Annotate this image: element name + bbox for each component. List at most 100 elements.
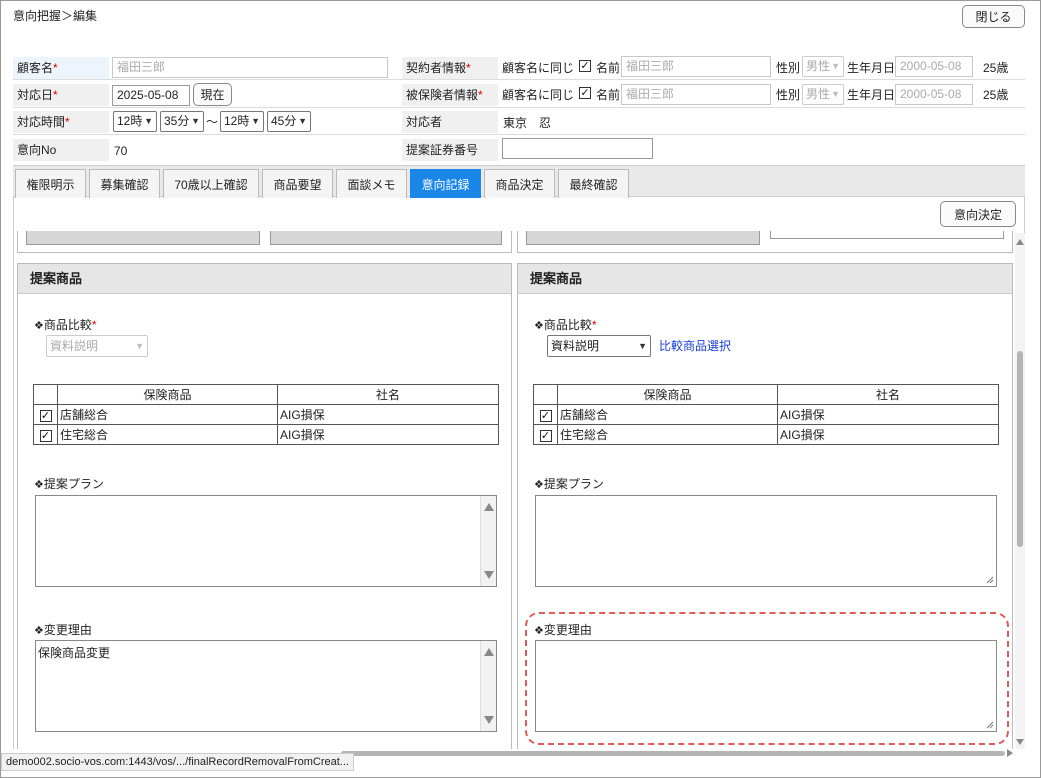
responder-label: 対応者: [402, 111, 498, 133]
previous-section-button[interactable]: [526, 231, 760, 245]
scrollbar-thumb[interactable]: [1017, 351, 1023, 547]
row-divider: [13, 107, 1025, 108]
horizontal-scrollbar[interactable]: [341, 749, 1013, 757]
table-row: ✓ 店舗総合 AIG損保: [533, 404, 999, 425]
left-compare-select[interactable]: 資料説明 ▼: [46, 335, 148, 357]
responder-value: 東京 忍: [503, 116, 552, 130]
table-row: ✓ 住宅総合 AIG損保: [533, 424, 999, 445]
customer-name-input[interactable]: 福田三郎: [112, 57, 388, 78]
proposal-number-input[interactable]: [502, 138, 653, 159]
previous-section-right: [517, 231, 1013, 253]
row-checkbox[interactable]: ✓: [39, 409, 52, 422]
contractor-gender-select[interactable]: 男性 ▼: [802, 56, 844, 77]
scrollbar[interactable]: [480, 641, 496, 731]
scroll-up-icon[interactable]: [484, 503, 494, 511]
company-cell: AIG損保: [277, 424, 499, 445]
contractor-birthdate-input[interactable]: 2000-05-08: [895, 56, 973, 77]
table-header-product: 保険商品: [57, 384, 278, 405]
chevron-down-icon: ▼: [135, 341, 144, 351]
date-input[interactable]: 2025-05-08: [112, 85, 190, 106]
start-hour-select[interactable]: 12時 ▼: [113, 111, 157, 132]
diamond-bullet-icon: ❖: [534, 320, 544, 332]
previous-section-left: [17, 231, 512, 253]
table-row: ✓ 住宅総合 AIG損保: [33, 424, 499, 445]
same-as-customer-checkbox[interactable]: ✓: [579, 87, 591, 99]
left-product-table: 保険商品 社名 ✓ 店舗総合 AIG損保 ✓ 住宅総合 AIG損保: [33, 384, 499, 445]
tab-meeting-memo[interactable]: 面談メモ: [336, 169, 407, 198]
resize-grip-icon[interactable]: [986, 576, 994, 584]
previous-section-input[interactable]: [770, 231, 1004, 239]
date-label: 対応日: [13, 84, 109, 106]
time-label: 対応時間: [13, 111, 109, 133]
left-reason-textarea[interactable]: 保険商品変更: [35, 640, 497, 732]
scroll-down-icon[interactable]: [484, 571, 494, 579]
company-cell: AIG損保: [277, 404, 499, 425]
chevron-down-icon: ▼: [638, 341, 647, 351]
birthdate-label: 生年月日: [847, 61, 896, 75]
scrollbar[interactable]: [480, 496, 496, 586]
insured-birthdate-input[interactable]: 2000-05-08: [895, 84, 973, 105]
diamond-bullet-icon: ❖: [534, 479, 544, 491]
right-panel-title: 提案商品: [518, 264, 1012, 294]
breadcrumb: 意向把握＞編集: [13, 9, 98, 23]
start-minute-select[interactable]: 35分 ▼: [160, 111, 204, 132]
contractor-name-input[interactable]: 福田三郎: [621, 56, 771, 77]
decide-intention-button[interactable]: 意向決定: [940, 201, 1016, 227]
scroll-up-icon[interactable]: [484, 648, 494, 656]
table-header-company: 社名: [277, 384, 499, 405]
scrollbar-thumb[interactable]: [341, 751, 1005, 756]
insured-info-label: 被保険者情報: [402, 84, 498, 106]
insured-name-input[interactable]: 福田三郎: [621, 84, 771, 105]
scroll-right-icon[interactable]: [1007, 749, 1013, 757]
tab-product-request[interactable]: 商品要望: [262, 169, 333, 198]
plan-label: ❖提案プラン: [34, 477, 104, 491]
tab-final-check[interactable]: 最終確認: [558, 169, 629, 198]
table-header-product: 保険商品: [557, 384, 778, 405]
select-compare-products-link[interactable]: 比較商品選択: [659, 338, 731, 354]
product-cell: 住宅総合: [57, 424, 278, 445]
chevron-down-icon: ▼: [831, 89, 840, 99]
chevron-down-icon: ▼: [191, 116, 200, 126]
insured-age: 25歳: [983, 88, 1009, 102]
app-window: 意向把握＞編集 閉じる 顧客名 対応日 対応時間 意向No 福田三郎 2025-…: [0, 0, 1041, 778]
tab-authority[interactable]: 権限明示: [15, 169, 86, 198]
right-product-table: 保険商品 社名 ✓ 店舗総合 AIG損保 ✓ 住宅総合 AIG損保: [533, 384, 999, 445]
company-cell: AIG損保: [777, 404, 999, 425]
same-as-customer-text: 顧客名に同じ: [502, 61, 575, 75]
tab-recruitment[interactable]: 募集確認: [89, 169, 160, 198]
left-plan-textarea[interactable]: [35, 495, 497, 587]
tab-product-decision[interactable]: 商品決定: [484, 169, 555, 198]
chevron-down-icon: ▼: [144, 116, 153, 126]
content-scrollbar[interactable]: [1015, 233, 1025, 749]
customer-name-label: 顧客名: [13, 57, 109, 79]
close-button[interactable]: 閉じる: [962, 5, 1025, 28]
chevron-down-icon: ▼: [298, 116, 307, 126]
end-hour-select[interactable]: 12時 ▼: [220, 111, 264, 132]
right-plan-textarea[interactable]: [535, 495, 997, 587]
row-checkbox[interactable]: ✓: [539, 409, 552, 422]
row-checkbox[interactable]: ✓: [39, 429, 52, 442]
scroll-up-icon[interactable]: [1016, 239, 1024, 245]
insured-gender-select[interactable]: 男性 ▼: [802, 84, 844, 105]
end-minute-select[interactable]: 45分 ▼: [267, 111, 311, 132]
table-header-company: 社名: [777, 384, 999, 405]
previous-section-button[interactable]: [26, 231, 260, 245]
row-divider: [13, 134, 1025, 135]
highlight-annotation: [525, 612, 1009, 745]
previous-section-button[interactable]: [270, 231, 502, 245]
diamond-bullet-icon: ❖: [34, 479, 44, 491]
tab-intention-record[interactable]: 意向記録: [410, 169, 481, 198]
scroll-down-icon[interactable]: [1016, 739, 1024, 745]
row-checkbox[interactable]: ✓: [539, 429, 552, 442]
company-cell: AIG損保: [777, 424, 999, 445]
now-button[interactable]: 現在: [193, 83, 232, 106]
status-url: demo002.socio-vos.com:1443/vos/.../final…: [1, 753, 354, 771]
compare-label: ❖商品比較*: [34, 318, 97, 332]
name-label: 名前: [596, 88, 621, 102]
tab-over-70[interactable]: 70歳以上確認: [163, 169, 259, 198]
left-panel-title: 提案商品: [18, 264, 511, 294]
scroll-down-icon[interactable]: [484, 716, 494, 724]
same-as-customer-text: 顧客名に同じ: [502, 88, 575, 102]
same-as-customer-checkbox[interactable]: ✓: [579, 60, 591, 72]
right-compare-select[interactable]: 資料説明 ▼: [547, 335, 651, 357]
